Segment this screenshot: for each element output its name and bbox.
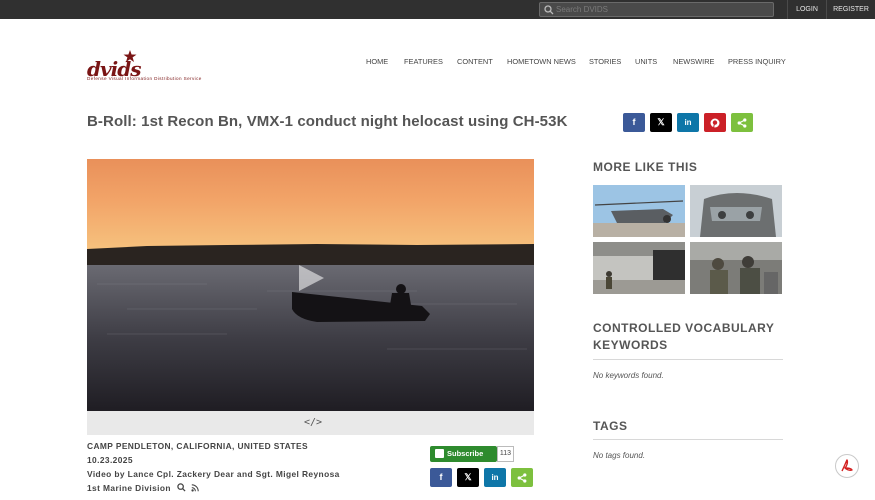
dvids-logo[interactable]: dvids Defense Visual Information Distrib… [87,50,247,85]
rss-icon[interactable] [191,484,200,492]
subscribe-button[interactable]: Subscribe [430,446,497,462]
thumbnail-hangar [593,242,685,294]
share-x-button[interactable]: 𝕏 [650,113,672,132]
linkedin-icon: in [491,473,499,482]
pdf-icon [841,459,853,472]
related-thumbnail[interactable] [593,185,685,237]
page-title: B-Roll: 1st Recon Bn, VMX-1 conduct nigh… [87,113,568,130]
related-thumbnail[interactable] [690,242,782,294]
unit-link[interactable]: 1st Marine Division [87,483,171,493]
no-tags-text: No tags found. [593,451,646,460]
facebook-icon: f [439,472,443,482]
vocab-heading-line2: KEYWORDS [593,338,668,352]
share-linkedin-button-bottom[interactable]: in [484,468,506,487]
nav-stories[interactable]: STORIES [589,57,621,67]
share-facebook-button-bottom[interactable]: f [430,468,452,487]
share-facebook-button[interactable]: f [623,113,645,132]
nav-content[interactable]: CONTENT [457,57,493,67]
vocab-heading-line1: CONTROLLED VOCABULARY [593,321,775,335]
video-frame [87,159,534,411]
tags-heading: TAGS [593,419,628,433]
video-credit: Video by Lance Cpl. Zackery Dear and Sgt… [87,469,340,479]
embed-bar: </> [87,411,534,435]
nav-press-inquiry[interactable]: PRESS INQUIRY [728,57,786,67]
nav-home[interactable]: HOME [366,57,388,67]
search-box[interactable] [539,2,774,17]
share-pinterest-button[interactable] [704,113,726,132]
share-generic-button-bottom[interactable] [511,468,533,487]
nav-hometown-news[interactable]: HOMETOWN NEWS [507,57,576,67]
subscribe-label: Subscribe [447,449,484,458]
search-unit-icon[interactable] [176,483,186,492]
more-like-this-heading: MORE LIKE THIS [593,160,698,174]
x-icon: 𝕏 [657,117,665,127]
facebook-icon: f [632,117,636,127]
pinterest-icon [710,118,720,128]
user-icon [435,449,444,458]
linkedin-icon: in [684,118,692,127]
nav-features[interactable]: FEATURES [404,57,443,67]
login-link[interactable]: LOGIN [787,0,826,19]
share-linkedin-button[interactable]: in [677,113,699,132]
share-x-button-bottom[interactable]: 𝕏 [457,468,479,487]
video-date: 10.23.2025 [87,455,133,465]
register-link[interactable]: REGISTER [826,0,875,19]
divider [593,359,783,360]
no-keywords-text: No keywords found. [593,371,664,380]
share-generic-button[interactable] [731,113,753,132]
embed-code-icon[interactable]: </> [304,417,322,428]
x-icon: 𝕏 [464,472,472,482]
video-location: CAMP PENDLETON, CALIFORNIA, UNITED STATE… [87,441,308,451]
related-thumbnail[interactable] [690,185,782,237]
subscriber-count: 113 [497,446,514,462]
share-icon [517,472,527,483]
thumbnail-helicopter-nose [690,185,782,237]
nav-newswire[interactable]: NEWSWIRE [673,57,714,67]
search-input[interactable] [556,3,771,16]
top-bar: LOGIN REGISTER [0,0,875,19]
video-player[interactable] [87,159,534,411]
nav-units[interactable]: UNITS [635,57,657,67]
logo-tagline: Defense Visual Information Distribution … [87,76,202,81]
search-icon [544,5,554,15]
thumbnail-crew [690,242,782,294]
divider [593,439,783,440]
pdf-button[interactable] [835,454,859,478]
thumbnail-helicopter-sky [593,185,685,237]
video-unit[interactable]: 1st Marine Division [87,483,200,493]
share-icon [737,117,747,128]
related-thumbnail[interactable] [593,242,685,294]
